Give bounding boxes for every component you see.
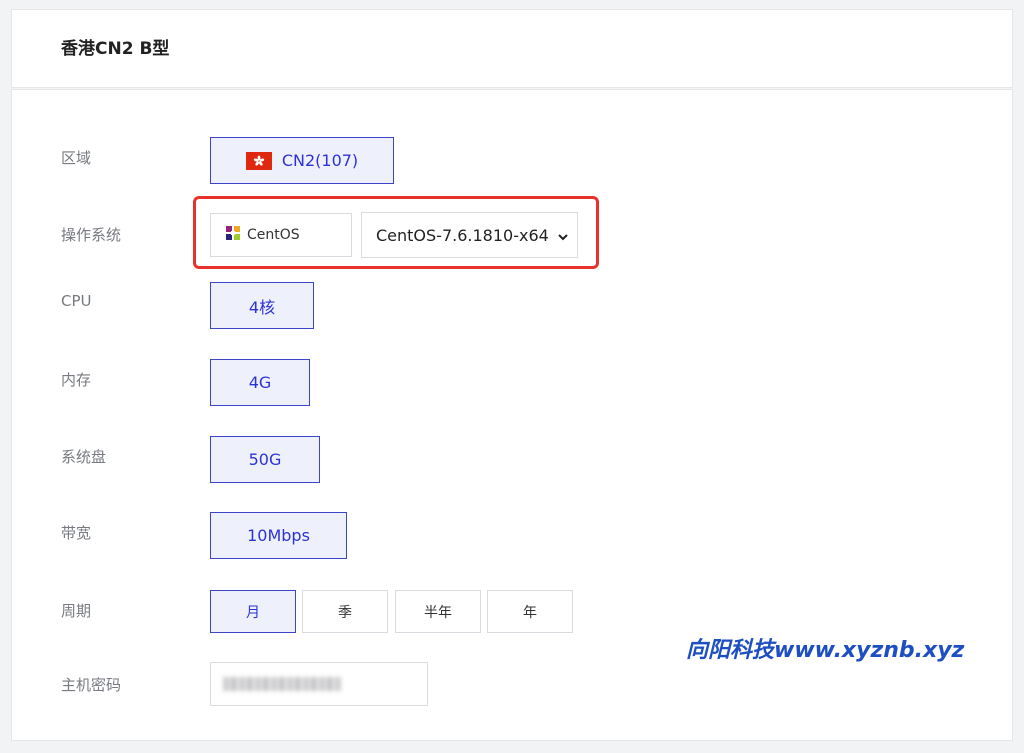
disk-label: 系统盘 <box>61 448 107 466</box>
os-type-label: CentOS <box>247 227 300 243</box>
chevron-down-icon <box>557 228 569 247</box>
password-input[interactable] <box>210 662 428 706</box>
bandwidth-label: 带宽 <box>61 524 92 542</box>
hong-kong-flag-icon <box>245 151 272 170</box>
cpu-label: CPU <box>61 292 92 310</box>
os-version-value: CentOS-7.6.1810-x64 <box>376 225 549 245</box>
period-option-year[interactable]: 年 <box>487 590 573 633</box>
period-label: 周期 <box>61 602 92 620</box>
disk-option[interactable]: 50G <box>210 436 320 483</box>
memory-label: 内存 <box>61 371 92 389</box>
centos-logo-icon <box>225 225 241 245</box>
page-title: 香港CN2 B型 <box>61 39 170 59</box>
period-option-quarter[interactable]: 季 <box>302 590 388 633</box>
os-version-select[interactable]: CentOS-7.6.1810-x64 <box>361 212 578 258</box>
watermark: 向阳科技www.xyznb.xyz <box>686 638 965 663</box>
memory-option[interactable]: 4G <box>210 359 310 406</box>
header-panel: 香港CN2 B型 <box>11 9 1013 88</box>
os-type-option[interactable]: CentOS <box>210 213 352 257</box>
cpu-option[interactable]: 4核 <box>210 282 314 329</box>
password-blurred-value <box>223 677 341 691</box>
bandwidth-option[interactable]: 10Mbps <box>210 512 347 559</box>
period-option-half-year[interactable]: 半年 <box>395 590 481 633</box>
password-label: 主机密码 <box>61 676 122 694</box>
region-label: 区域 <box>61 149 92 167</box>
region-option-label: CN2(107) <box>281 151 359 170</box>
period-option-month[interactable]: 月 <box>210 590 296 633</box>
os-label: 操作系统 <box>61 226 122 244</box>
region-option-cn2[interactable]: CN2(107) <box>210 137 394 184</box>
